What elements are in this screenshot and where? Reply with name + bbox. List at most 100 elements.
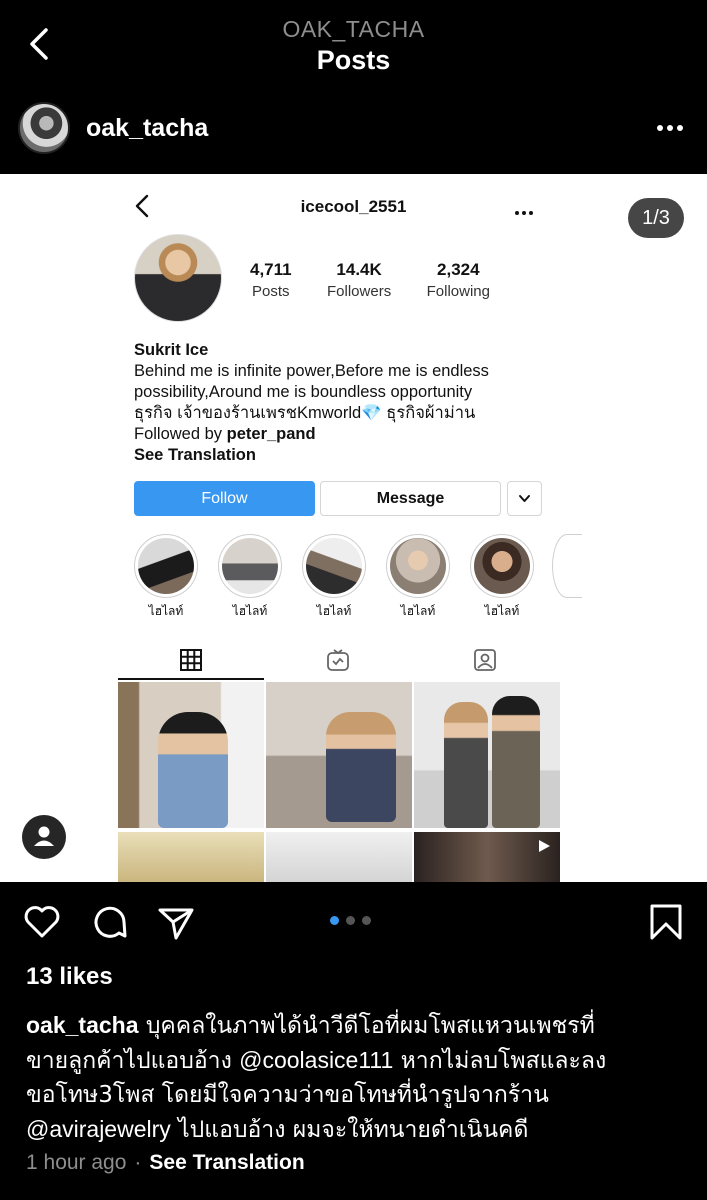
post-timestamp: 1 hour ago [26, 1151, 127, 1174]
likes-count[interactable]: 13 likes [26, 963, 113, 991]
caption-line: ขอโทษ3โพส โดยมีใจความว่าขอโทษที่นำรูปจาก… [26, 1082, 549, 1108]
see-translation-link[interactable]: See Translation [149, 1151, 304, 1174]
highlight-item: ไฮไลท์ [302, 534, 366, 621]
highlight-label: ไฮไลท์ [232, 604, 268, 618]
embedded-see-translation: See Translation [134, 446, 256, 464]
embedded-button-row: Follow Message [134, 481, 542, 516]
chevron-down-icon [519, 495, 530, 502]
more-icon [657, 125, 683, 131]
highlight-label: ไฮไลท์ [484, 604, 520, 618]
embedded-highlights: ไฮไลท์ ไฮไลท์ ไฮไลท์ ไฮไลท์ ไฮไลท์ [134, 534, 582, 624]
heart-icon [24, 906, 60, 938]
stat-followers: 14.4K Followers [327, 260, 391, 300]
tab-active-indicator [118, 678, 264, 680]
bio-text: ธุรกิจ เจ้าของร้านเพรชKmworld [134, 404, 362, 422]
page-title: Posts [316, 45, 391, 75]
bio-line: possibility,Around me is boundless oppor… [134, 383, 473, 401]
stat-value: 14.4K [336, 260, 382, 279]
meta-separator: · [134, 1151, 142, 1174]
highlight-label: ไฮไลท์ [316, 604, 352, 618]
embedded-message-button: Message [320, 481, 501, 516]
share-button[interactable] [156, 902, 196, 942]
stat-label: Followers [327, 283, 392, 300]
caption-username[interactable]: oak_tacha [26, 1012, 139, 1038]
followed-by-prefix: Followed by [134, 425, 227, 443]
caption-text: หากไม่ลบโพสและลง [393, 1048, 607, 1074]
grid-photo [118, 682, 264, 828]
highlight-item: ไฮไลท์ [218, 534, 282, 621]
post-author-avatar[interactable] [18, 102, 70, 154]
carousel-counter: 1/3 [628, 198, 684, 238]
embedded-photo-grid [118, 682, 560, 882]
caption-line: ขายลูกค้าไปแอบอ้าง @coolasice111 หากไม่ล… [26, 1043, 686, 1078]
post-caption: oak_tacha บุคคลในภาพได้นำวีดีโอที่ผมโพสแ… [26, 1008, 686, 1147]
embedded-profile-tabs [118, 642, 558, 680]
igtv-icon [327, 649, 349, 671]
bio-line: Behind me is infinite power,Before me is… [134, 362, 489, 380]
like-button[interactable] [22, 902, 62, 942]
embedded-more-icon [514, 204, 534, 215]
save-button[interactable] [646, 902, 686, 942]
carousel-dot [362, 916, 371, 925]
caption-text: บุคคลในภาพได้นำวีดีโอที่ผมโพสแหวนเพชรที่ [138, 1013, 595, 1039]
post-options-button[interactable] [655, 118, 685, 138]
carousel-dot [346, 916, 355, 925]
embedded-stats: 4,711 Posts 14.4K Followers 2,324 Follow… [250, 260, 490, 300]
caption-line: oak_tacha บุคคลในภาพได้นำวีดีโอที่ผมโพสแ… [26, 1008, 686, 1043]
tagged-icon [474, 649, 496, 671]
grid-photo [266, 682, 412, 828]
embedded-dropdown-button [507, 481, 542, 516]
stat-value: 4,711 [250, 260, 292, 279]
caption-mention[interactable]: @avirajewelry [26, 1116, 171, 1142]
post-author-username[interactable]: oak_tacha [86, 114, 208, 143]
highlight-item: ไฮไลท์ [470, 534, 534, 621]
embedded-display-name: Sukrit Ice [134, 341, 209, 359]
caption-text: ขายลูกค้าไปแอบอ้าง [26, 1048, 240, 1074]
user-icon [34, 826, 54, 846]
post-meta: 1 hour ago · See Translation [26, 1151, 305, 1175]
highlight-item: ไฮไลท์ [134, 534, 198, 621]
highlight-item: ไฮไลท์ [386, 534, 450, 621]
gem-icon: 💎 [361, 404, 382, 422]
embedded-username: icecool_2551 [300, 197, 407, 216]
bookmark-icon [650, 904, 682, 940]
stat-posts: 4,711 Posts [250, 260, 292, 300]
highlight-label: ไฮไลท์ [400, 604, 436, 618]
followed-by: Followed by peter_pand [134, 424, 574, 445]
highlight-item-partial [552, 534, 582, 598]
comment-icon [94, 906, 127, 938]
grid-photo [118, 832, 264, 882]
tab-igtv [265, 642, 411, 680]
tab-grid [118, 642, 264, 680]
bio-text: ธุรกิจผ้าม่าน [381, 404, 476, 422]
grid-icon [180, 649, 202, 671]
top-nav-bar: OAK_TACHA Posts [0, 0, 707, 88]
post-image[interactable]: icecool_2551 1/3 4,711 Posts 14.4K Follo… [0, 174, 707, 882]
followed-by-user: peter_pand [226, 425, 316, 443]
grid-photo [414, 832, 560, 882]
embedded-follow-button: Follow [134, 481, 315, 516]
stat-label: Following [426, 283, 490, 300]
post-header: oak_tacha [0, 88, 707, 174]
bio-line: ธุรกิจ เจ้าของร้านเพรชKmworld💎 ธุรกิจผ้า… [134, 403, 574, 424]
tab-tagged [412, 642, 558, 680]
video-play-icon [539, 840, 550, 852]
carousel-dots [330, 916, 380, 926]
embedded-profile-picture [134, 234, 222, 322]
embedded-topbar: icecool_2551 [0, 174, 707, 240]
carousel-dot-active [330, 916, 339, 925]
stat-value: 2,324 [437, 260, 480, 279]
highlight-label: ไฮไลท์ [148, 604, 184, 618]
caption-line: @avirajewelry ไปแอบอ้าง ผมจะให้ทนายดำเนิ… [26, 1112, 686, 1147]
caption-mention[interactable]: @coolasice111 [239, 1047, 393, 1073]
embedded-bio: Sukrit Ice Behind me is infinite power,B… [134, 340, 574, 466]
tagged-users-button[interactable] [22, 815, 66, 859]
share-icon [158, 908, 194, 940]
caption-text: ไปแอบอ้าง ผมจะให้ทนายดำเนินคดี [170, 1117, 529, 1143]
grid-photo [414, 682, 560, 828]
comment-button[interactable] [90, 902, 130, 942]
stat-following: 2,324 Following [427, 260, 490, 300]
header-username: OAK_TACHA [282, 16, 425, 42]
stat-label: Posts [252, 283, 290, 300]
grid-photo [266, 832, 412, 882]
